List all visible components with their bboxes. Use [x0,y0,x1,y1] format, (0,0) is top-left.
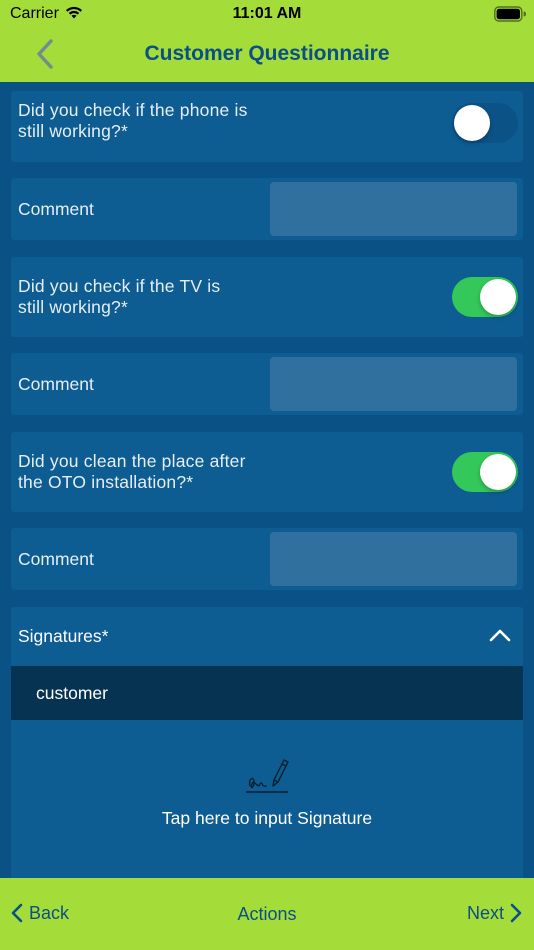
page-title: Customer Questionnaire [144,42,390,65]
question-text: Did you clean the place after the OTO in… [18,451,246,493]
question-text-line2: the OTO installation?* [18,472,194,492]
signatures-section: Signatures* customer Tap here to input S… [11,607,523,878]
toggle-knob [454,105,490,141]
comment-field-clean[interactable] [270,532,517,586]
comment-label: Comment [18,199,94,219]
comment-field-phone[interactable] [270,182,517,236]
question-card-clean: Did you clean the place after the OTO in… [11,432,523,512]
signatures-header: Signatures* [18,626,109,646]
question-text-line2: still working?* [18,121,128,141]
comment-card-tv: Comment [11,353,523,415]
signature-pen-icon [246,759,289,793]
question-text-line1: Did you check if the TV is [18,276,221,296]
comment-card-clean: Comment [11,528,523,590]
question-text: Did you check if the phone is still work… [18,100,248,142]
actions-container: Actions [0,904,534,925]
question-text-line1: Did you check if the phone is [18,100,248,120]
battery-icon [494,6,526,22]
status-bar: Carrier 11:01 AM [0,0,534,28]
question-text-line1: Did you clean the place after [18,451,246,471]
question-card-phone: Did you check if the phone is still work… [11,91,523,162]
next-button-label: Next [466,902,504,923]
comment-label: Comment [18,549,94,569]
comment-field-tv[interactable] [270,357,517,411]
question-text-line2: still working?* [18,297,128,317]
chevron-up-icon[interactable] [488,627,512,643]
toggle-knob [480,279,516,315]
top-bar: Carrier 11:01 AM Customer Questionnaire [0,0,534,82]
tv-working-toggle[interactable] [452,277,518,317]
signature-row-label: customer [36,683,108,703]
signature-tap-prompt: Tap here to input Signature [161,808,373,828]
clean-place-toggle[interactable] [452,452,518,492]
phone-working-toggle[interactable] [452,103,518,143]
comment-card-phone: Comment [11,178,523,240]
actions-button[interactable]: Actions [237,904,296,924]
next-button[interactable]: Next [467,902,523,924]
question-text: Did you check if the TV is still working… [18,276,220,318]
chevron-right-icon [510,903,522,923]
toggle-knob [480,454,516,490]
signature-row-customer[interactable]: customer [11,666,523,720]
signature-input-area[interactable]: Tap here to input Signature [11,720,523,878]
comment-label: Comment [18,374,94,394]
question-card-tv: Did you check if the TV is still working… [11,257,523,337]
questionnaire-content[interactable]: Did you check if the phone is still work… [0,82,534,878]
clock: 11:01 AM [232,5,302,22]
bottom-bar: Back Actions Next [0,878,534,950]
